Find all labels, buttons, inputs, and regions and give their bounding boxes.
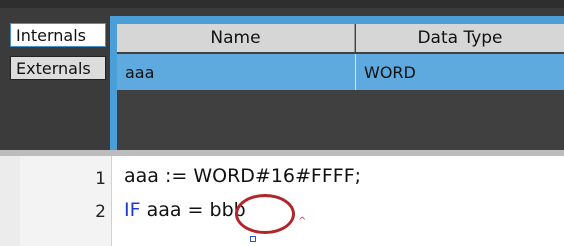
table-row[interactable]: aaa WORD xyxy=(117,54,564,90)
tab-internals[interactable]: Internals xyxy=(10,23,106,47)
cell-name[interactable]: aaa xyxy=(117,54,355,90)
error-highlight-circle xyxy=(235,194,295,234)
variable-pane: Internals Externals Name Data Type aaa W… xyxy=(0,0,564,152)
code-line-1[interactable]: aaa := WORD#16#FFFF; xyxy=(124,165,361,187)
variable-table: Name Data Type aaa WORD xyxy=(110,16,564,152)
code-line-2-text: aaa = bbb xyxy=(140,199,246,221)
line-number-gutter: 1 2 xyxy=(20,156,112,246)
column-header-data-type[interactable]: Data Type xyxy=(356,24,564,52)
variable-table-body: Name Data Type aaa WORD xyxy=(117,24,564,152)
smart-tag-marker[interactable] xyxy=(250,236,256,242)
error-caret-icon: ^ xyxy=(298,216,307,227)
column-divider xyxy=(355,54,356,90)
code-line-2[interactable]: IF aaa = bbb xyxy=(124,199,246,221)
line-number-1: 1 xyxy=(95,169,106,189)
editor-margin xyxy=(0,156,20,246)
keyword-if: IF xyxy=(124,199,141,221)
line-number-2: 2 xyxy=(95,202,106,222)
column-header-name[interactable]: Name xyxy=(117,24,355,52)
pane-top-strip xyxy=(0,0,564,8)
cell-data-type[interactable]: WORD xyxy=(356,54,564,90)
tab-externals[interactable]: Externals xyxy=(10,56,106,80)
